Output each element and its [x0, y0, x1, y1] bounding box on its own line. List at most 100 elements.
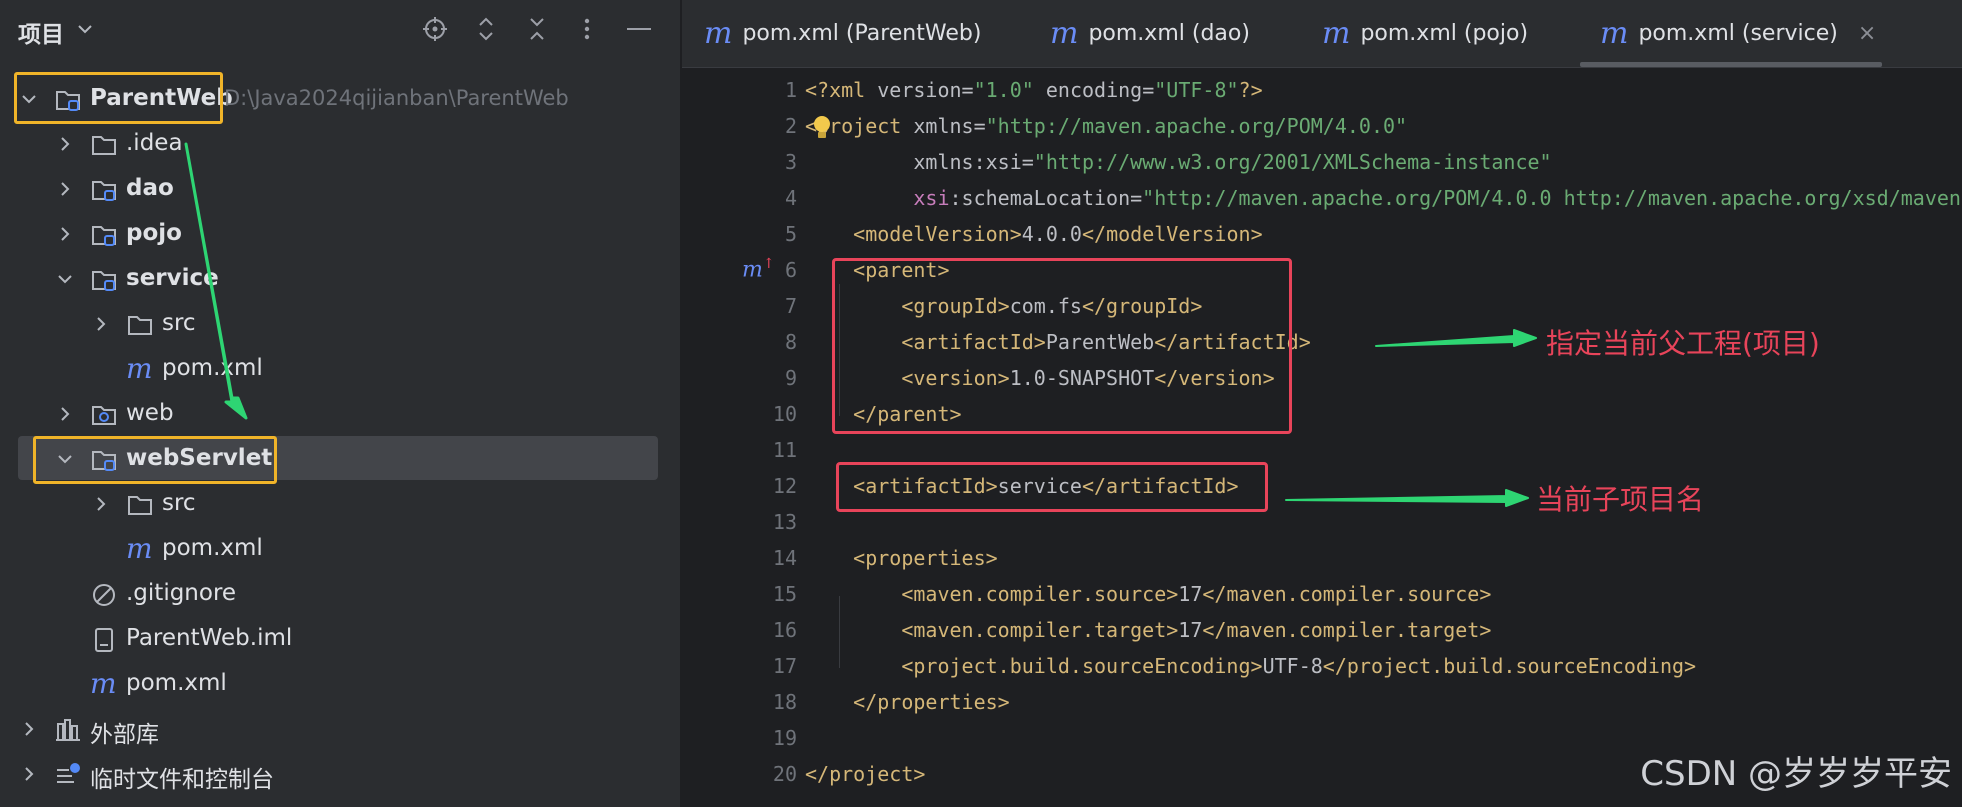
code-line: <maven.compiler.target>17</maven.compile… [901, 618, 1492, 642]
tree-item-webservlet-pom[interactable]: m pom.xml [0, 527, 680, 572]
line-number: 8 [784, 330, 797, 354]
parent-annotation: 指定当前父工程(项目) [1546, 327, 1820, 360]
code-line: xmlns:xsi="http://www.w3.org/2001/XMLSch… [913, 150, 1552, 174]
maven-parent-gutter-icon[interactable]: m↑ [742, 256, 775, 282]
tree-item-label: 外部库 [90, 722, 159, 748]
maven-icon: m [704, 15, 733, 51]
line-number-gutter: 1 2 3 4 5 6 7 8 9 10 11 12 13 14 15 16 1… [682, 68, 797, 807]
code-line: <?xml version="1.0" encoding="UTF-8"?> [805, 78, 1263, 102]
minimize-icon[interactable] [624, 14, 654, 44]
tree-item-service-src[interactable]: src [0, 302, 680, 347]
line-number: 19 [772, 726, 797, 750]
chevron-right-icon[interactable] [54, 178, 76, 200]
maven-icon: m [1322, 15, 1351, 51]
tab-label: pom.xml (dao) [1088, 20, 1250, 46]
line-number: 5 [784, 222, 797, 246]
chevron-right-icon[interactable] [54, 403, 76, 425]
ignore-file-icon [90, 581, 118, 609]
tree-item-webservlet-src[interactable]: src [0, 482, 680, 527]
tree-item-label: pom.xml [126, 670, 227, 696]
tree-item-pojo[interactable]: pojo [0, 212, 680, 257]
tree-item-dao[interactable]: dao [0, 167, 680, 212]
chevron-right-icon[interactable] [90, 313, 112, 335]
tree-item-iml[interactable]: ParentWeb.iml [0, 617, 680, 662]
code-line: <project.build.sourceEncoding>UTF-8</pro… [901, 654, 1697, 678]
chevron-right-icon[interactable] [54, 223, 76, 245]
tree-item-external-libraries[interactable]: 外部库 [0, 707, 680, 752]
code-area[interactable]: <?xml version="1.0" encoding="UTF-8"?> <… [797, 68, 1962, 807]
tree-item-label: service [126, 265, 219, 291]
line-number: 14 [772, 546, 797, 570]
tab-pom-pojo[interactable]: m pom.xml (pojo) [1322, 0, 1528, 66]
tree-item-label: pojo [126, 220, 182, 246]
watermark: CSDN @岁岁岁平安 [1640, 754, 1952, 794]
line-number: 11 [772, 438, 797, 462]
code-editor: m pom.xml (ParentWeb) m pom.xml (dao) m … [682, 0, 1962, 807]
parentweb-highlight-box [14, 72, 223, 124]
line-number: 4 [784, 186, 797, 210]
tree-item-service-pom[interactable]: m pom.xml [0, 347, 680, 392]
tree-item-label: pom.xml [162, 535, 263, 561]
line-number: 17 [772, 654, 797, 678]
tree-item-label: src [162, 490, 196, 516]
line-number: 15 [772, 582, 797, 606]
line-number: 7 [784, 294, 797, 318]
more-options-icon[interactable] [572, 14, 602, 44]
line-number: 10 [772, 402, 797, 426]
line-number: 2 [784, 114, 797, 138]
code-line: <modelVersion>4.0.0</modelVersion> [853, 222, 1263, 246]
expand-all-icon[interactable] [471, 14, 501, 44]
tree-item-scratches[interactable]: 临时文件和控制台 [0, 752, 680, 797]
active-tab-indicator [1580, 62, 1882, 67]
folder-icon [90, 131, 118, 159]
editor-tab-bar: m pom.xml (ParentWeb) m pom.xml (dao) m … [682, 0, 1962, 68]
module-folder-icon [90, 221, 118, 249]
module-folder-icon [90, 176, 118, 204]
tree-item-gitignore[interactable]: .gitignore [0, 572, 680, 617]
maven-icon: m [90, 667, 117, 700]
code-line: </project> [805, 762, 926, 786]
code-line: <project xmlns="http://maven.apache.org/… [805, 114, 1408, 138]
line-number: 3 [784, 150, 797, 174]
close-tab-icon[interactable]: × [1858, 21, 1876, 46]
webservlet-highlight-box [33, 436, 277, 484]
tab-label: pom.xml (pojo) [1360, 20, 1529, 46]
code-line: </properties> [853, 690, 1010, 714]
tree-item-root-pom[interactable]: m pom.xml [0, 662, 680, 707]
folder-icon [126, 491, 154, 519]
line-number: 13 [772, 510, 797, 534]
tree-item-service[interactable]: service [0, 257, 680, 302]
chevron-right-icon[interactable] [54, 133, 76, 155]
chevron-right-icon[interactable] [90, 493, 112, 515]
maven-icon: m [126, 532, 153, 565]
collapse-all-icon[interactable] [522, 14, 552, 44]
ide-window: 项目 ParentWeb D:\Java2024qijianban\Parent… [0, 0, 1962, 807]
tree-item-idea[interactable]: .idea [0, 122, 680, 167]
artifact-annotation: 当前子项目名 [1536, 483, 1705, 516]
chevron-down-icon[interactable] [70, 14, 100, 44]
tab-pom-service[interactable]: m pom.xml (service) × [1600, 0, 1876, 66]
chevron-right-icon[interactable] [18, 718, 40, 740]
chevron-down-icon[interactable] [54, 268, 76, 290]
artifactid-highlight-box [836, 462, 1268, 512]
tab-pom-dao[interactable]: m pom.xml (dao) [1050, 0, 1250, 66]
tab-label: pom.xml (service) [1638, 20, 1838, 46]
lightbulb-icon[interactable] [811, 114, 833, 142]
tree-item-label: 临时文件和控制台 [90, 767, 274, 793]
web-folder-icon [90, 401, 118, 429]
project-panel: 项目 ParentWeb D:\Java2024qijianban\Parent… [0, 0, 680, 807]
chevron-right-icon[interactable] [18, 763, 40, 785]
tree-item-label: ParentWeb.iml [126, 625, 293, 651]
tree-item-label: .idea [126, 130, 183, 156]
maven-icon: m [1600, 15, 1629, 51]
library-icon [54, 716, 82, 744]
module-folder-icon [90, 266, 118, 294]
tab-pom-parentweb[interactable]: m pom.xml (ParentWeb) [704, 0, 981, 66]
project-panel-title[interactable]: 项目 [18, 15, 64, 49]
code-line: xsi:schemaLocation="http://maven.apache.… [913, 186, 1962, 210]
tree-item-label: pom.xml [162, 355, 263, 381]
tree-item-web[interactable]: web [0, 392, 680, 437]
tab-label: pom.xml (ParentWeb) [742, 20, 982, 46]
locate-icon[interactable] [420, 14, 450, 44]
tree-item-label: web [126, 400, 174, 426]
